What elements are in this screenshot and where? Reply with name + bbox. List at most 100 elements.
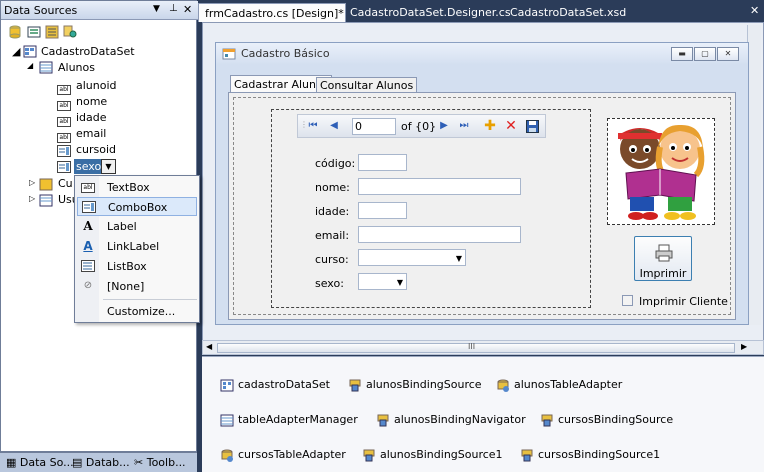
tab-frmcadastro-design[interactable]: frmCadastro.cs [Design]* xyxy=(198,3,346,22)
vertical-scrollbar[interactable] xyxy=(747,25,761,325)
tray-component[interactable]: cursosBindingSource xyxy=(540,413,673,427)
tray-component[interactable]: tableAdapterManager xyxy=(220,413,358,427)
component-label: alunosTableAdapter xyxy=(514,378,623,391)
label-curso: curso: xyxy=(315,253,349,266)
minimize-icon[interactable]: ▬ xyxy=(671,47,693,61)
tab-dataset-xsd[interactable]: CadastroDataSet.xsd xyxy=(504,3,632,22)
menu-item-label: Customize... xyxy=(107,305,176,318)
combobox-field-icon xyxy=(57,161,71,176)
tab-label: Toolb... xyxy=(146,456,186,469)
imprimir-cliente-checkbox[interactable] xyxy=(622,295,633,306)
close-icon[interactable]: ✕ xyxy=(183,3,192,16)
add-new-icon[interactable]: ✚ xyxy=(484,119,496,133)
position-textbox[interactable]: 0 xyxy=(352,118,396,135)
tray-component[interactable]: cursosTableAdapter xyxy=(220,448,346,462)
tree-dataset[interactable]: CadastroDataSet xyxy=(41,45,135,58)
chevron-down-icon[interactable]: ▼ xyxy=(101,159,116,174)
binding-source-icon xyxy=(520,449,534,462)
component-label: cursosTableAdapter xyxy=(238,448,346,461)
tree-field[interactable]: alunoid xyxy=(76,79,117,92)
menu-item-none[interactable]: ⊘ [None] xyxy=(77,277,197,296)
collapse-arrow-icon[interactable]: ▷ xyxy=(29,178,35,187)
control-type-menu: abl TextBox ComboBox A Label A LinkLabel Li… xyxy=(74,175,200,323)
component-label: alunosBindingSource xyxy=(366,378,482,391)
form-title-bar[interactable]: Cadastro Básico ▬ ▢ ✕ xyxy=(216,43,748,65)
bottom-tool-tabs: ▦ Data So... ▤ Datab... ✂ Toolb... xyxy=(0,452,197,472)
component-label: tableAdapterManager xyxy=(238,413,358,426)
label-email: email: xyxy=(315,229,350,242)
tray-component[interactable]: alunosBindingSource1 xyxy=(362,448,503,462)
close-icon[interactable]: ✕ xyxy=(750,4,759,17)
expand-arrow-icon[interactable]: ◢ xyxy=(27,61,33,70)
menu-item-customize[interactable]: Customize... xyxy=(77,302,197,321)
add-datasource-icon[interactable] xyxy=(9,25,21,42)
codigo-input[interactable] xyxy=(358,154,407,171)
horizontal-scrollbar[interactable]: ◀ III ▶ xyxy=(202,340,764,355)
tray-component[interactable]: alunosBindingSource xyxy=(348,378,482,392)
curso-combobox[interactable]: ▼ xyxy=(358,249,466,266)
menu-item-listbox[interactable]: ListBox xyxy=(77,257,197,276)
textbox-field-icon: abl xyxy=(57,81,71,95)
tree-table-alunos[interactable]: Alunos xyxy=(58,61,95,74)
table-icon xyxy=(39,61,53,77)
kids-reading-image xyxy=(618,124,705,220)
tree-field[interactable]: email xyxy=(76,127,106,140)
scroll-left-icon[interactable]: ◀ xyxy=(206,342,212,351)
dropdown-arrow-icon[interactable]: ▼ xyxy=(153,4,160,14)
chevron-down-icon: ▼ xyxy=(396,278,403,287)
component-label: cursosBindingSource1 xyxy=(538,448,661,461)
data-sources-title-bar: Data Sources ▼ ⊥ ✕ xyxy=(1,1,198,20)
collapse-arrow-icon[interactable]: ▷ xyxy=(29,194,35,203)
tab-dataset-designer[interactable]: CadastroDataSet.Designer.cs xyxy=(344,3,517,22)
picture-box[interactable] xyxy=(607,118,715,225)
nome-input[interactable] xyxy=(358,178,521,195)
edit-dataset-icon[interactable] xyxy=(27,25,41,42)
idade-input[interactable] xyxy=(358,202,407,219)
form-title: Cadastro Básico xyxy=(241,47,330,60)
configure-dataset-icon[interactable] xyxy=(45,25,59,42)
tree-field[interactable]: cursoid xyxy=(76,143,116,156)
tree-field[interactable]: idade xyxy=(76,111,107,124)
pin-icon[interactable]: ⊥ xyxy=(169,3,178,14)
tab-data-sources[interactable]: ▦ Data So... xyxy=(6,456,74,469)
maximize-icon[interactable]: ▢ xyxy=(694,47,716,61)
tab-consultar-alunos[interactable]: Consultar Alunos xyxy=(316,77,418,93)
delete-icon[interactable]: ✕ xyxy=(505,119,517,133)
tab-database-explorer[interactable]: ▤ Datab... xyxy=(72,456,130,469)
print-button-label: Imprimir xyxy=(639,267,687,280)
document-tabs: frmCadastro.cs [Design]* CadastroDataSet… xyxy=(198,0,764,22)
tray-component[interactable]: cursosBindingSource1 xyxy=(520,448,660,462)
tray-component[interactable]: alunosTableAdapter xyxy=(496,378,622,392)
expand-arrow-icon[interactable]: ◢ xyxy=(12,45,20,58)
tree-table-partial[interactable]: Cu xyxy=(58,177,73,190)
scroll-thumb[interactable]: III xyxy=(217,342,735,353)
move-last-icon[interactable]: ⏭ xyxy=(458,120,470,132)
menu-item-textbox[interactable]: abl TextBox xyxy=(77,178,197,197)
move-previous-icon[interactable]: ◀ xyxy=(328,120,340,132)
tab-toolbox[interactable]: ✂ Toolb... xyxy=(134,456,186,469)
tray-component[interactable]: cadastroDataSet xyxy=(220,378,330,392)
menu-item-linklabel[interactable]: A LinkLabel xyxy=(77,237,197,256)
menu-item-label[interactable]: A Label xyxy=(77,217,197,236)
print-button[interactable]: Imprimir xyxy=(634,236,692,281)
binding-source-icon xyxy=(362,449,376,462)
sexo-combobox[interactable]: ▼ xyxy=(358,273,407,290)
menu-item-label: Label xyxy=(107,220,137,233)
save-icon[interactable] xyxy=(526,120,539,136)
table-adapter-icon xyxy=(220,449,234,462)
textbox-field-icon: abl xyxy=(57,97,71,111)
refresh-icon[interactable] xyxy=(63,25,77,42)
scroll-right-icon[interactable]: ▶ xyxy=(741,342,747,351)
email-input[interactable] xyxy=(358,226,521,243)
tray-component[interactable]: alunosBindingNavigator xyxy=(376,413,526,427)
move-next-icon[interactable]: ▶ xyxy=(438,120,450,132)
binding-source-icon xyxy=(540,414,554,427)
move-first-icon[interactable]: ⏮ xyxy=(307,120,319,132)
tree-field-selected[interactable]: sexo xyxy=(74,159,101,174)
textbox-field-icon: abl xyxy=(57,129,71,143)
close-icon[interactable]: ✕ xyxy=(717,47,739,61)
label-sexo: sexo: xyxy=(315,277,344,290)
component-label: alunosBindingNavigator xyxy=(394,413,526,426)
menu-item-combobox[interactable]: ComboBox xyxy=(77,197,197,216)
tree-field[interactable]: nome xyxy=(76,95,107,108)
